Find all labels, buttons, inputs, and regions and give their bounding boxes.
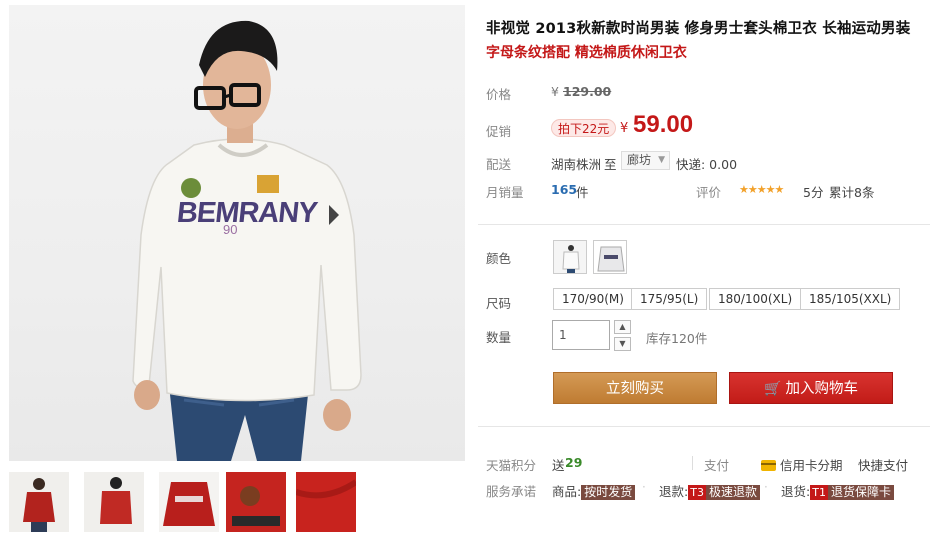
dot-separator-1: ·: [642, 480, 646, 494]
promo-price: 59.00: [633, 111, 694, 138]
rating-stars-icon: ★★★★★: [739, 183, 784, 196]
rating-score: 5分: [803, 185, 824, 200]
add-to-cart-label: 加入购物车: [785, 381, 858, 397]
service-separator: [692, 456, 693, 470]
dot-separator-2: ·: [764, 480, 768, 494]
return-tier-badge: T1: [810, 485, 828, 500]
size-option-m[interactable]: 170/90(M): [553, 288, 633, 310]
points-prefix: 送: [552, 458, 565, 473]
divider-bottom: [478, 426, 930, 427]
quantity-decrease-button[interactable]: ▼: [614, 337, 631, 351]
shipping-label: 配送: [486, 157, 512, 172]
chevron-down-icon: ▼: [658, 155, 666, 165]
thumbnail-1[interactable]: [9, 472, 69, 532]
points-value: 29: [565, 455, 583, 470]
color-option-grey[interactable]: [593, 240, 627, 274]
cart-icon: 🛒: [764, 381, 782, 397]
rating-label: 评价: [696, 185, 722, 200]
product-subtitle: 字母条纹搭配 精选棉质休闲卫衣: [486, 45, 687, 61]
add-to-cart-button[interactable]: 🛒 加入购物车: [729, 372, 893, 404]
shirt-print-text: BEMRANY: [175, 197, 319, 229]
color-option-white[interactable]: [553, 240, 587, 274]
size-option-xl[interactable]: 180/100(XL): [709, 288, 802, 310]
buy-now-button[interactable]: 立刻购买: [553, 372, 717, 404]
price-panel: 价格 ¥ 129.00 促销 拍下22元 ¥ 59.00 配送 湖南株洲 至 廊…: [478, 73, 930, 223]
currency-symbol: ¥: [551, 84, 559, 99]
fast-refund-tag: 极速退款: [705, 485, 760, 500]
price-label: 价格: [486, 87, 512, 102]
monthly-sales-label: 月销量: [486, 185, 524, 200]
main-product-image[interactable]: BEMRANY 90: [9, 5, 465, 461]
quick-pay-option[interactable]: 快捷支付: [858, 455, 908, 474]
return-label: 退货:: [781, 484, 811, 499]
points-label: 天猫积分: [486, 458, 537, 473]
express-fee: 快递: 0.00: [676, 157, 738, 172]
shipping-to: 至: [604, 157, 617, 172]
review-count-link[interactable]: 累计8条: [829, 182, 874, 201]
size-label: 尺码: [486, 296, 512, 311]
item-label: 商品:: [552, 484, 582, 499]
promise-return[interactable]: 退货: T1 退货保障卡: [781, 481, 894, 500]
promise-item[interactable]: 商品: 按时发货: [552, 481, 636, 500]
size-option-xxl[interactable]: 185/105(XXL): [800, 288, 901, 310]
quantity-input[interactable]: [552, 320, 610, 350]
promise-label: 服务承诺: [486, 484, 537, 499]
monthly-sales-value: 165: [551, 182, 578, 197]
refund-tier-badge: T3: [688, 485, 706, 500]
original-price: 129.00: [563, 84, 612, 99]
credit-card-icon: [761, 460, 776, 471]
installment-option[interactable]: 信用卡分期: [761, 455, 843, 474]
promise-refund[interactable]: 退款: T3 极速退款: [659, 481, 760, 500]
thumbnail-3[interactable]: [159, 472, 219, 532]
pay-label: 支付: [704, 458, 730, 473]
quantity-increase-button[interactable]: ▲: [614, 320, 631, 334]
thumbnail-2[interactable]: [84, 472, 144, 532]
on-time-ship-tag: 按时发货: [581, 485, 636, 500]
refund-label: 退款:: [659, 484, 689, 499]
color-label: 颜色: [486, 251, 512, 266]
destination-select[interactable]: 廊坊 ▼: [621, 151, 671, 170]
destination-value: 廊坊: [627, 153, 652, 167]
promo-badge: 拍下22元: [551, 119, 617, 137]
promo-label: 促销: [486, 124, 512, 139]
quantity-label: 数量: [486, 330, 512, 345]
monthly-sales-unit: 件: [576, 185, 589, 200]
thumbnail-strip: [9, 472, 465, 536]
return-guarantee-tag: 退货保障卡: [827, 485, 894, 500]
size-option-l[interactable]: 175/95(L): [631, 288, 708, 310]
stock-count: 库存120件: [646, 331, 708, 346]
shipping-origin: 湖南株洲: [551, 157, 602, 172]
shirt-number-text: 90: [223, 222, 238, 237]
divider-top: [478, 224, 930, 225]
product-title: 非视觉 2013秋新款时尚男装 修身男士套头棉卫衣 长袖运动男装: [486, 21, 911, 37]
thumbnail-5[interactable]: [296, 472, 356, 532]
thumbnail-4[interactable]: [226, 472, 286, 532]
installment-label: 信用卡分期: [780, 458, 843, 473]
promo-currency: ¥: [620, 121, 629, 136]
